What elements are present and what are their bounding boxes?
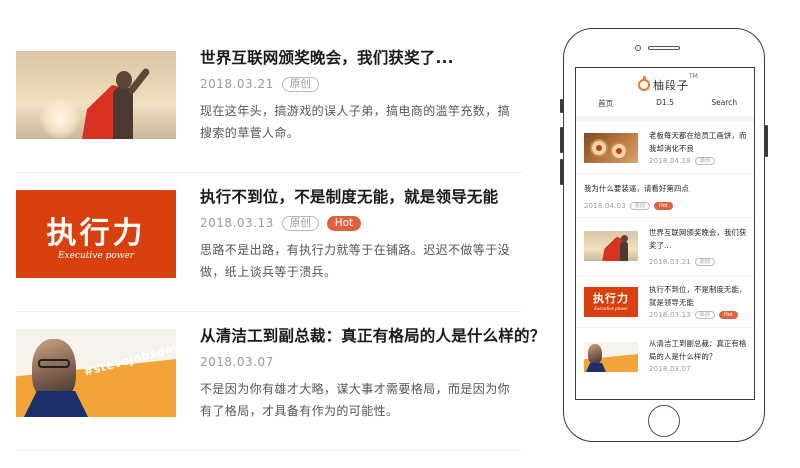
hot-badge: Hot: [718, 311, 738, 319]
hot-badge: Hot: [653, 202, 673, 210]
mobile-item-title[interactable]: 我为什么要装逼，请看好第四点: [584, 182, 750, 195]
article-date: 2018.03.07: [200, 355, 274, 369]
article-thumbnail[interactable]: #stevejobsday: [16, 329, 176, 417]
mobile-nav: 首页 D1.5 Search: [576, 98, 754, 109]
mobile-list-item[interactable]: 世界互联网颁奖晚会，我们获奖了... 2018.03.21 原创: [576, 218, 754, 276]
camera-icon: [635, 45, 641, 51]
trademark-mark: TM: [689, 73, 698, 80]
article-date: 2018.03.13: [200, 216, 274, 230]
article-title[interactable]: 世界互联网颁奖晚会，我们获奖了...: [200, 46, 522, 70]
article-item[interactable]: #stevejobsday 从清洁工到副总裁：真正有格局的人是什么样的？ 201…: [16, 312, 545, 451]
thumbnail-text: 执行力: [46, 216, 146, 251]
article-meta: 2018.03.07: [200, 353, 522, 371]
article-list: 世界互联网颁奖晚会，我们获奖了... 2018.03.21 原创 现在这年头，搞…: [16, 34, 545, 451]
mobile-thumbnail[interactable]: 执行力 Executive power: [584, 287, 638, 317]
original-badge: 原创: [281, 215, 319, 231]
phone-mockup: 柚段子 TM 首页 D1.5 Search 老板每天都在给员工画饼，而我却消化不…: [560, 28, 768, 442]
home-button[interactable]: [648, 405, 680, 437]
nav-home[interactable]: 首页: [576, 98, 635, 109]
article-meta: 2018.03.21 原创: [200, 75, 522, 93]
mobile-list-item[interactable]: 我为什么要装逼，请看好第四点 2018.04.03 原创 Hot: [576, 174, 754, 218]
mobile-thumbnail[interactable]: [584, 133, 638, 163]
nav-search[interactable]: Search: [695, 98, 754, 109]
mobile-item-date: 2018.04.03: [584, 202, 626, 210]
article-summary: 现在这年头，搞游戏的误人子弟，搞电商的滥竽充数，搞搜索的草菅人命。: [200, 104, 511, 140]
mobile-item-title[interactable]: 执行不到位，不是制度无能，就是领导无能: [649, 283, 747, 309]
mobile-thumbnail[interactable]: [584, 342, 638, 372]
original-badge: 原创: [694, 311, 715, 319]
original-badge: 原创: [694, 157, 715, 165]
mobile-item-title[interactable]: 老板每天都在给员工画饼，而我却消化不良: [649, 129, 747, 155]
article-title[interactable]: 执行不到位，不是制度无能，就是领导无能: [200, 185, 522, 209]
mobile-logo[interactable]: 柚段子: [638, 76, 689, 93]
article-thumbnail[interactable]: 执行力 Executive power: [16, 190, 176, 278]
mobile-item-title[interactable]: 从清洁工到副总裁：真正有格局的人是什么样的？: [649, 337, 749, 363]
citrus-icon: [638, 76, 650, 91]
mobile-thumbnail[interactable]: [584, 231, 638, 261]
article-summary: 思路不是出路，有执行力就等于在铺路。迟迟不做等于没做，纸上谈兵等于溃兵。: [200, 243, 511, 279]
article-title[interactable]: 从清洁工到副总裁：真正有格局的人是什么样的？: [200, 324, 545, 348]
article-item[interactable]: 执行力 Executive power 执行不到位，不是制度无能，就是领导无能 …: [16, 173, 522, 312]
mobile-item-date: 2018.03.07: [649, 365, 691, 373]
mobile-item-title[interactable]: 世界互联网颁奖晚会，我们获奖了...: [649, 226, 747, 252]
mobile-list-item[interactable]: 从清洁工到副总裁：真正有格局的人是什么样的？ 2018.03.07: [576, 328, 754, 382]
article-meta: 2018.03.13 原创 Hot: [200, 214, 522, 232]
mobile-item-date: 2018.03.13: [649, 311, 691, 319]
mobile-item-date: 2018.03.21: [649, 258, 691, 266]
thumbnail-subtext: Executive power: [57, 251, 135, 261]
thumbnail-text: 执行力: [593, 292, 629, 305]
thumbnail-subtext: Executive power: [594, 306, 628, 311]
original-badge: 原创: [694, 258, 715, 266]
article-summary: 不是因为你有雄才大略，谋大事才需要格局，而是因为你有了格局，才具备有作为的可能性…: [200, 382, 511, 418]
mobile-list-item[interactable]: 执行力 Executive power 执行不到位，不是制度无能，就是领导无能 …: [576, 276, 754, 328]
original-badge: 原创: [629, 202, 650, 210]
mobile-item-date: 2018.04.18: [649, 157, 691, 165]
article-thumbnail[interactable]: [16, 51, 176, 139]
article-item[interactable]: 世界互联网颁奖晚会，我们获奖了... 2018.03.21 原创 现在这年头，搞…: [16, 34, 522, 173]
phone-screen: 柚段子 TM 首页 D1.5 Search 老板每天都在给员工画饼，而我却消化不…: [575, 67, 755, 400]
article-date: 2018.03.21: [200, 77, 274, 91]
hot-badge: Hot: [326, 215, 362, 231]
mobile-list-item[interactable]: 老板每天都在给员工画饼，而我却消化不良 2018.04.18 原创: [576, 122, 754, 174]
speaker-icon: [648, 46, 680, 50]
mobile-header: 柚段子 TM 首页 D1.5 Search: [576, 68, 754, 114]
nav-d15[interactable]: D1.5: [635, 98, 694, 109]
original-badge: 原创: [281, 76, 319, 92]
